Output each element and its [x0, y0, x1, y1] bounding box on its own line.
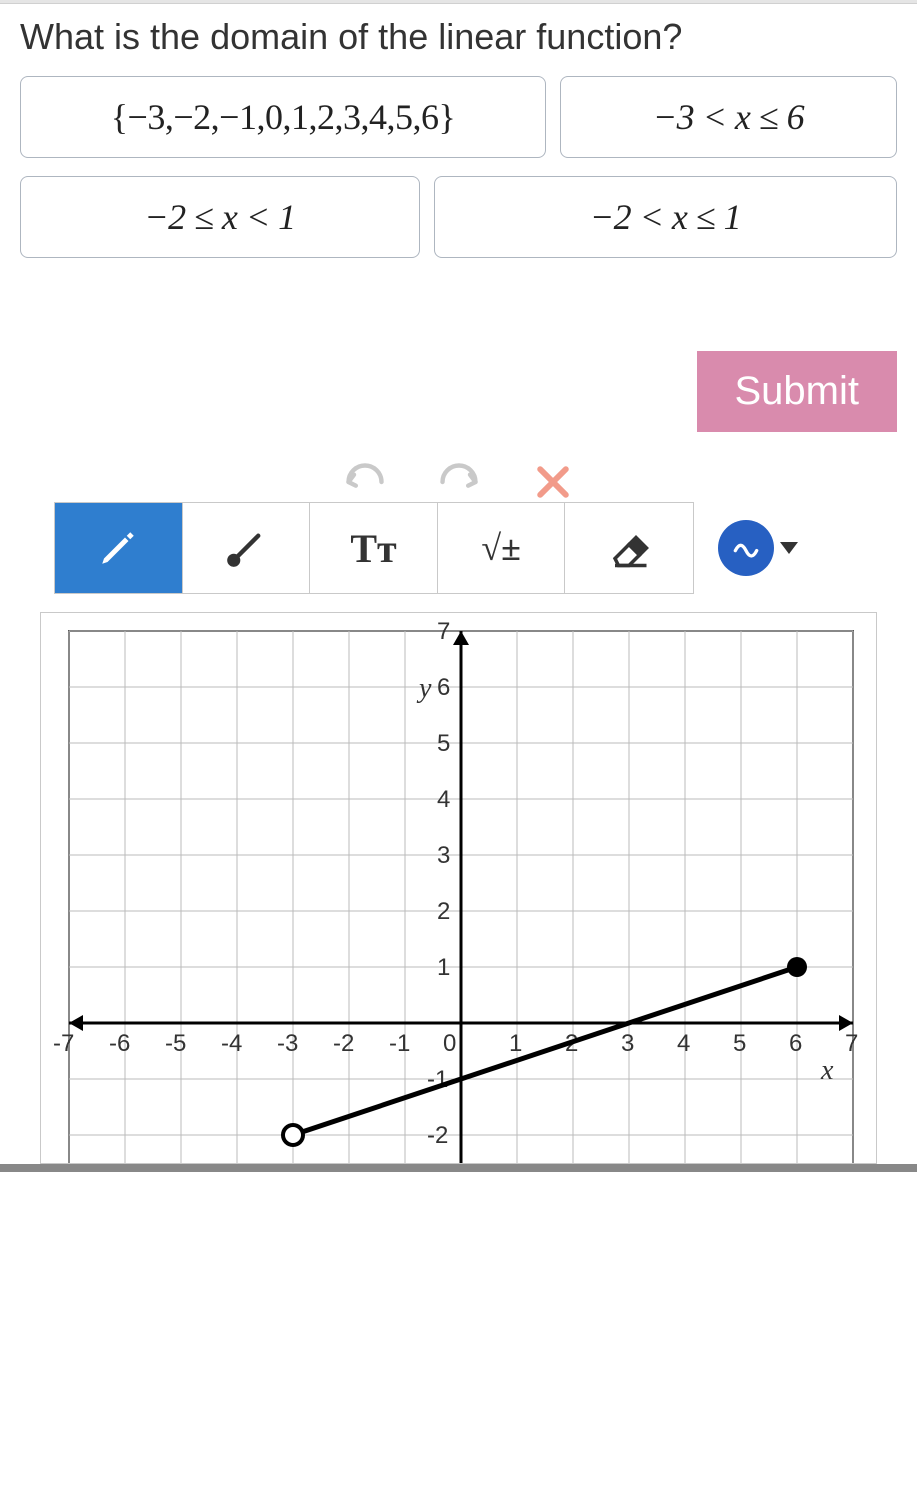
option-b[interactable]: −3 < x ≤ 6: [560, 76, 897, 158]
options-row-1: {−3,−2,−1,0,1,2,3,4,5,6} −3 < x ≤ 6: [20, 76, 897, 158]
svg-text:3: 3: [621, 1030, 634, 1057]
toolbar-row: Tᴛ √±: [20, 502, 897, 594]
text-tool-label: Tᴛ: [350, 525, 396, 572]
svg-text:-2: -2: [333, 1030, 354, 1057]
svg-text:5: 5: [437, 730, 450, 757]
svg-text:5: 5: [733, 1030, 746, 1057]
submit-row: Submit: [20, 276, 897, 442]
question-text: What is the domain of the linear functio…: [20, 16, 897, 58]
svg-text:x: x: [820, 1055, 834, 1086]
pen-tool[interactable]: [55, 503, 183, 593]
svg-text:0: 0: [443, 1030, 456, 1057]
svg-text:2: 2: [437, 898, 450, 925]
svg-text:y: y: [416, 673, 432, 704]
svg-text:4: 4: [677, 1030, 690, 1057]
option-a[interactable]: {−3,−2,−1,0,1,2,3,4,5,6}: [20, 76, 546, 158]
graph-svg: -7-6-5-4-3-2-101234567-4-3-2-11234567yx: [49, 621, 877, 1164]
question-area: What is the domain of the linear functio…: [0, 4, 917, 442]
chart-canvas[interactable]: -7-6-5-4-3-2-101234567-4-3-2-11234567yx: [40, 612, 877, 1164]
math-tool[interactable]: √±: [438, 503, 566, 593]
svg-text:6: 6: [437, 674, 450, 701]
toolbar: Tᴛ √±: [54, 502, 694, 594]
eraser-tool[interactable]: [565, 503, 693, 593]
svg-text:-2: -2: [427, 1122, 448, 1149]
options-row-2: −2 ≤ x < 1 −2 < x ≤ 1: [20, 176, 897, 258]
svg-text:6: 6: [789, 1030, 802, 1057]
option-d[interactable]: −2 < x ≤ 1: [434, 176, 897, 258]
bottom-bar: [0, 1164, 917, 1172]
svg-text:-3: -3: [277, 1030, 298, 1057]
chevron-down-icon: [780, 542, 798, 554]
whiteboard-area: Tᴛ √± -7-6-5-4-3-2-101234567-4: [0, 442, 917, 1164]
math-tool-label: √±: [481, 527, 521, 569]
color-swatch: [718, 520, 774, 576]
whiteboard-top-icons: [20, 442, 897, 502]
svg-text:-7: -7: [53, 1030, 74, 1057]
svg-text:1: 1: [509, 1030, 522, 1057]
svg-text:7: 7: [437, 621, 450, 645]
svg-text:4: 4: [437, 786, 450, 813]
svg-text:3: 3: [437, 842, 450, 869]
option-c[interactable]: −2 ≤ x < 1: [20, 176, 420, 258]
svg-text:7: 7: [845, 1030, 858, 1057]
color-picker[interactable]: [718, 520, 798, 576]
close-icon[interactable]: [531, 460, 575, 482]
svg-text:-5: -5: [165, 1030, 186, 1057]
svg-text:1: 1: [437, 954, 450, 981]
text-tool[interactable]: Tᴛ: [310, 503, 438, 593]
svg-text:-4: -4: [221, 1030, 242, 1057]
line-tool[interactable]: [183, 503, 311, 593]
svg-text:-1: -1: [389, 1030, 410, 1057]
svg-text:-6: -6: [109, 1030, 130, 1057]
redo-icon[interactable]: [437, 460, 481, 482]
undo-icon[interactable]: [343, 460, 387, 482]
submit-button[interactable]: Submit: [697, 351, 898, 432]
